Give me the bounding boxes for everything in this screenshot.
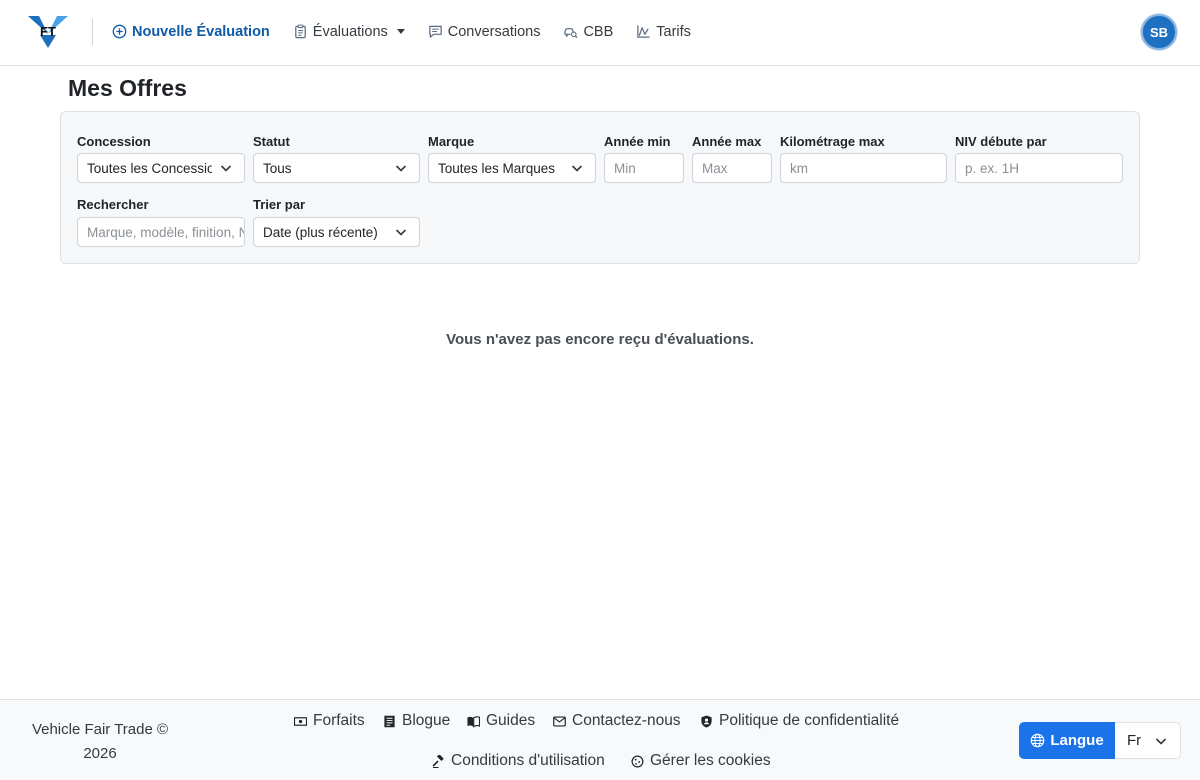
concession-label: Concession [77, 134, 151, 149]
graph-icon [637, 25, 650, 38]
footer-link-contact-label: Contactez-nous [572, 712, 681, 729]
chevron-down-icon [396, 29, 405, 34]
language-button[interactable]: Langue [1019, 722, 1115, 759]
globe-icon [1031, 733, 1045, 748]
copyright-line-2: 2026 [83, 745, 117, 762]
sort-label: Trier par [253, 197, 306, 212]
km-max-label: Kilométrage max [780, 134, 885, 149]
main-nav: Nouvelle Évaluation Évaluations Conversa… [112, 0, 691, 63]
language-select[interactable]: Fr [1115, 722, 1181, 759]
search-label: Rechercher [77, 197, 149, 212]
concession-select-value: Toutes les Concessions [87, 160, 212, 176]
footer-link-contact[interactable]: Contactez-nous [553, 712, 681, 730]
nav-conversations[interactable]: Conversations [428, 23, 541, 40]
footer-link-privacy[interactable]: Politique de confidentialité [700, 712, 899, 730]
footer-link-forfaits[interactable]: Forfaits [294, 712, 365, 730]
sort-select[interactable]: Date (plus récente) [253, 217, 420, 247]
sort-select-value: Date (plus récente) [263, 224, 378, 240]
envelope-icon [553, 715, 566, 727]
nav-new-evaluation[interactable]: Nouvelle Évaluation [112, 24, 270, 40]
newspaper-icon [384, 715, 395, 727]
page-title: Mes Offres [68, 75, 187, 101]
niv-label: NIV débute par [955, 134, 1047, 149]
nav-evaluations-label: Évaluations [312, 23, 388, 40]
footer: Vehicle Fair Trade © 2026 Forfaits Blogu… [0, 699, 1200, 780]
marque-select[interactable]: Toutes les Marques [428, 153, 596, 183]
book-icon [467, 715, 480, 728]
footer-link-blogue-label: Blogue [402, 712, 451, 729]
brand-logo[interactable]: FT [28, 15, 68, 49]
nav-tarifs[interactable]: Tarifs [636, 24, 691, 40]
nav-cbb-label: CBB [583, 23, 614, 40]
nav-tarifs-label: Tarifs [656, 23, 691, 40]
chevron-down-icon [571, 165, 583, 172]
plus-circle-icon [112, 24, 127, 39]
footer-link-cookies-label: Gérer les cookies [650, 752, 771, 769]
niv-input[interactable]: p. ex. 1H [955, 153, 1123, 183]
gavel-icon [432, 754, 444, 768]
chevron-down-icon [220, 165, 232, 172]
statut-select-value: Tous [263, 160, 292, 176]
nav-divider [92, 19, 93, 45]
footer-link-terms-label: Conditions d'utilisation [451, 752, 605, 769]
footer-link-guides[interactable]: Guides [467, 712, 535, 730]
nav-new-evaluation-label: Nouvelle Évaluation [132, 23, 270, 40]
chevron-down-icon [395, 165, 407, 172]
top-navbar: FT Nouvelle Évaluation Évaluations Conve… [0, 0, 1200, 66]
language-button-label: Langue [1050, 732, 1104, 749]
cookie-icon [631, 755, 644, 767]
footer-link-blogue[interactable]: Blogue [383, 712, 450, 730]
annee-max-input[interactable]: Max [692, 153, 772, 183]
footer-link-privacy-label: Politique de confidentialité [719, 712, 900, 729]
clipboard-icon [295, 24, 306, 39]
logo-icon: FT [28, 16, 68, 48]
footer-link-terms[interactable]: Conditions d'utilisation [432, 752, 605, 770]
empty-state-message: Vous n'avez pas encore reçu d'évaluation… [446, 331, 754, 348]
logo-text: FT [40, 24, 56, 39]
annee-min-label: Année min [604, 134, 671, 149]
annee-max-label: Année max [692, 134, 762, 149]
cash-icon [294, 716, 307, 726]
car-search-icon [564, 28, 578, 39]
shield-user-icon [701, 714, 712, 728]
filter-panel: Concession Statut Marque Année min Année… [60, 111, 1140, 264]
nav-evaluations-dropdown[interactable]: Évaluations [293, 24, 405, 40]
km-max-input[interactable]: km [780, 153, 947, 183]
footer-link-guides-label: Guides [486, 712, 536, 729]
chevron-down-icon [1156, 737, 1167, 745]
language-select-value: Fr [1127, 732, 1142, 749]
concession-select[interactable]: Toutes les Concessions [77, 153, 245, 183]
user-avatar[interactable]: SB [1141, 14, 1177, 50]
statut-label: Statut [253, 134, 290, 149]
footer-link-forfaits-label: Forfaits [313, 712, 365, 729]
footer-link-cookies[interactable]: Gérer les cookies [631, 752, 771, 770]
nav-conversations-label: Conversations [447, 23, 541, 40]
chevron-down-icon [395, 229, 407, 236]
copyright: Vehicle Fair Trade © 2026 [22, 718, 178, 766]
copyright-line-1: Vehicle Fair Trade © [31, 721, 169, 738]
annee-min-input[interactable]: Min [604, 153, 684, 183]
search-input[interactable]: Marque, modèle, finition, NIV [77, 217, 245, 247]
statut-select[interactable]: Tous [253, 153, 420, 183]
chat-icon [429, 25, 442, 38]
marque-label: Marque [428, 134, 475, 149]
nav-cbb[interactable]: CBB [563, 24, 613, 40]
marque-select-value: Toutes les Marques [438, 160, 556, 176]
